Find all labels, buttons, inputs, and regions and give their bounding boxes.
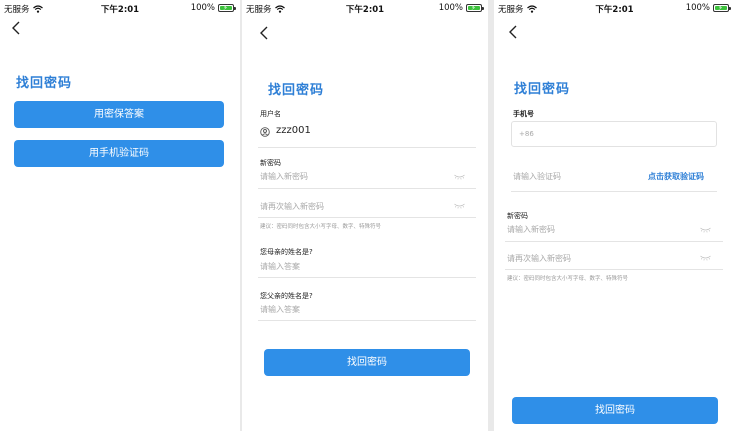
question2-label: 您父亲的姓名是? bbox=[260, 292, 313, 300]
phone-input[interactable]: +86 bbox=[511, 121, 717, 147]
eye-closed-icon[interactable] bbox=[454, 174, 465, 180]
carrier-label: 无服务 bbox=[246, 3, 285, 15]
verification-code-input[interactable]: 请输入验证码 bbox=[513, 171, 561, 182]
back-arrow-icon[interactable] bbox=[10, 20, 24, 36]
phone-screen-security-question: 无服务 下午2:01 100% ⚡ 找回密码 用户名 zzz001 新密码 请输入… bbox=[242, 0, 488, 431]
username-value: zzz001 bbox=[276, 125, 311, 136]
username-label: 用户名 bbox=[260, 110, 281, 118]
battery-icon: ⚡ bbox=[218, 4, 236, 12]
phone-label: 手机号 bbox=[513, 110, 534, 118]
divider bbox=[258, 147, 476, 148]
page-title: 找回密码 bbox=[16, 76, 73, 91]
new-password-label: 新密码 bbox=[507, 212, 528, 220]
battery-indicator: 100% ⚡ bbox=[191, 3, 236, 13]
password-hint: 建议：密码同时包含大小写字母、数字、特殊符号 bbox=[260, 224, 382, 230]
battery-icon: ⚡ bbox=[713, 4, 731, 12]
submit-button[interactable]: 找回密码 bbox=[512, 397, 718, 424]
page-title: 找回密码 bbox=[514, 82, 571, 97]
question2-answer-input[interactable]: 请输入答案 bbox=[260, 304, 460, 315]
get-code-link[interactable]: 点击获取验证码 bbox=[648, 171, 704, 182]
divider bbox=[258, 277, 476, 278]
battery-indicator: 100% ⚡ bbox=[686, 3, 731, 13]
phone-screen-recovery-method: 无服务 下午2:01 100% ⚡ 找回密码 用密保答案 用手机验证码 bbox=[0, 0, 240, 431]
battery-icon: ⚡ bbox=[466, 4, 484, 12]
divider bbox=[505, 269, 723, 270]
divider bbox=[258, 188, 476, 189]
wifi-icon bbox=[274, 5, 285, 13]
user-icon bbox=[260, 127, 270, 137]
divider bbox=[258, 217, 476, 218]
phone-prefix: +86 bbox=[519, 130, 534, 138]
password-hint: 建议：密码同时包含大小写字母、数字、特殊符号 bbox=[507, 276, 629, 282]
back-arrow-icon[interactable] bbox=[507, 24, 521, 40]
phone-screen-phone-code: 无服务 下午2:01 100% ⚡ 找回密码 手机号 +86 请输入验证码 点击获… bbox=[494, 0, 735, 431]
status-bar: 无服务 下午2:01 100% ⚡ bbox=[0, 3, 240, 15]
status-bar: 无服务 下午2:01 100% ⚡ bbox=[494, 3, 735, 15]
status-time: 下午2:01 bbox=[100, 5, 140, 15]
confirm-password-input[interactable]: 请再次输入新密码 bbox=[507, 253, 687, 264]
security-question-button[interactable]: 用密保答案 bbox=[14, 101, 224, 128]
carrier-label: 无服务 bbox=[498, 3, 537, 15]
divider bbox=[258, 320, 476, 321]
phone-code-button[interactable]: 用手机验证码 bbox=[14, 140, 224, 167]
new-password-input[interactable]: 请输入新密码 bbox=[507, 224, 687, 235]
divider bbox=[505, 241, 723, 242]
confirm-password-input[interactable]: 请再次输入新密码 bbox=[260, 201, 450, 212]
status-time: 下午2:01 bbox=[345, 5, 385, 15]
question1-label: 您母亲的姓名是? bbox=[260, 248, 313, 256]
eye-closed-icon[interactable] bbox=[700, 255, 711, 261]
eye-closed-icon[interactable] bbox=[700, 227, 711, 233]
eye-closed-icon[interactable] bbox=[454, 203, 465, 209]
page-title: 找回密码 bbox=[268, 83, 325, 98]
wifi-icon bbox=[526, 5, 537, 13]
status-time: 下午2:01 bbox=[595, 5, 634, 15]
new-password-label: 新密码 bbox=[260, 159, 281, 167]
new-password-input[interactable]: 请输入新密码 bbox=[260, 171, 450, 182]
status-bar: 无服务 下午2:01 100% ⚡ bbox=[242, 3, 488, 15]
wifi-icon bbox=[32, 5, 43, 13]
divider bbox=[511, 191, 717, 192]
battery-indicator: 100% ⚡ bbox=[439, 3, 484, 13]
question1-answer-input[interactable]: 请输入答案 bbox=[260, 261, 460, 272]
submit-button[interactable]: 找回密码 bbox=[264, 349, 470, 376]
back-arrow-icon[interactable] bbox=[258, 25, 272, 41]
carrier-label: 无服务 bbox=[4, 3, 43, 15]
